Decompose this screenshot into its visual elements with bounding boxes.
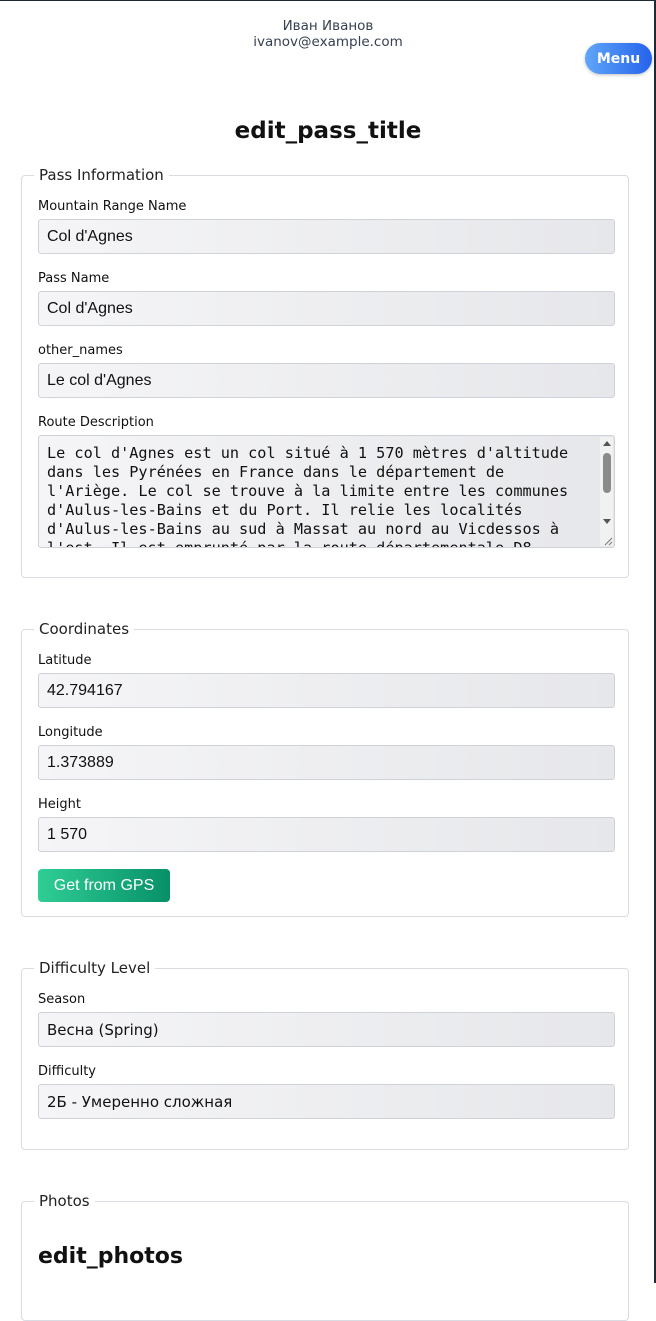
user-email: ivanov@example.com <box>253 34 403 50</box>
latitude-label: Latitude <box>38 653 92 668</box>
pass-name-input[interactable]: Col d'Agnes <box>38 291 615 326</box>
mountain-range-label: Mountain Range Name <box>38 199 187 214</box>
other-names-input[interactable]: Le col d'Agnes <box>38 363 615 398</box>
season-label: Season <box>38 992 86 1007</box>
other-names-label: other_names <box>38 343 123 358</box>
difficulty-level-legend: Difficulty Level <box>34 959 156 977</box>
longitude-label: Longitude <box>38 725 103 740</box>
difficulty-level-section: Difficulty Level Season Весна (Spring) D… <box>21 959 629 1150</box>
page-title: edit_pass_title <box>234 118 422 144</box>
resize-grip-icon[interactable] <box>603 536 613 546</box>
route-description-label: Route Description <box>38 415 154 430</box>
coordinates-section: Coordinates Latitude 42.794167 Longitude… <box>21 620 629 917</box>
mountain-range-input[interactable]: Col d'Agnes <box>38 219 615 254</box>
user-name: Иван Иванов <box>282 18 374 34</box>
pass-information-section: Pass Information Mountain Range Name Col… <box>21 166 629 578</box>
route-description-textarea[interactable]: Le col d'Agnes est un col situé à 1 570 … <box>38 435 615 548</box>
pass-name-label: Pass Name <box>38 271 110 286</box>
height-label: Height <box>38 797 81 812</box>
longitude-input[interactable]: 1.373889 <box>38 745 615 780</box>
scroll-down-arrow-icon[interactable] <box>603 519 611 524</box>
latitude-input[interactable]: 42.794167 <box>38 673 615 708</box>
textarea-scrollbar[interactable] <box>600 437 613 546</box>
menu-button[interactable]: Menu <box>585 43 652 74</box>
window-top-edge <box>0 0 656 1</box>
route-description-text: Le col d'Agnes est un col situé à 1 570 … <box>47 444 578 548</box>
difficulty-label: Difficulty <box>38 1064 96 1079</box>
photos-section: Photos edit_photos <box>21 1192 629 1321</box>
user-info: Иван Иванов ivanov@example.com <box>0 18 656 50</box>
scroll-up-arrow-icon[interactable] <box>603 441 611 446</box>
coordinates-legend: Coordinates <box>34 620 135 638</box>
height-input[interactable]: 1 570 <box>38 817 615 852</box>
photos-legend: Photos <box>34 1192 95 1210</box>
season-select[interactable]: Весна (Spring) <box>38 1012 615 1047</box>
photos-heading: edit_photos <box>38 1244 183 1269</box>
get-from-gps-button[interactable]: Get from GPS <box>38 869 170 902</box>
scroll-thumb[interactable] <box>603 453 611 493</box>
pass-information-legend: Pass Information <box>34 166 169 184</box>
difficulty-select[interactable]: 2Б - Умеренно сложная <box>38 1084 615 1119</box>
